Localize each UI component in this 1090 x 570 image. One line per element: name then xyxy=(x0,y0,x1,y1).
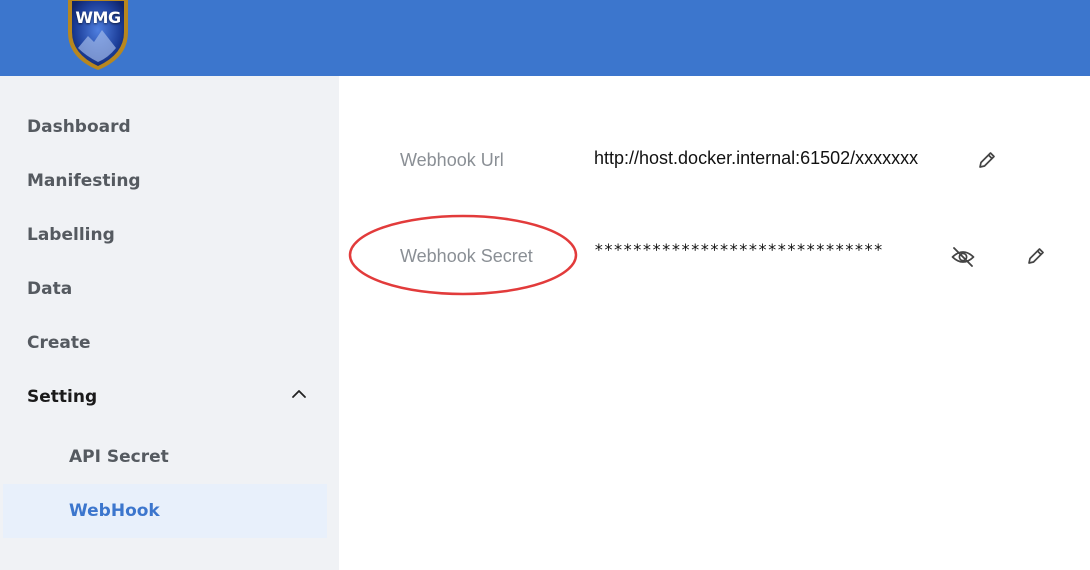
sidebar-item-create[interactable]: Create xyxy=(27,333,91,353)
pencil-icon[interactable] xyxy=(975,148,999,172)
sidebar-subitem-webhook[interactable]: WebHook xyxy=(69,501,160,521)
webhook-url-value: http://host.docker.internal:61502/xxxxxx… xyxy=(594,148,919,168)
logo-text: WMG xyxy=(75,8,121,27)
eye-off-icon[interactable] xyxy=(950,244,976,270)
webhook-url-label: Webhook Url xyxy=(400,150,504,170)
chevron-up-icon[interactable] xyxy=(290,385,308,403)
sidebar-selected-highlight xyxy=(3,484,327,538)
sidebar: Dashboard Manifesting Labelling Data Cre… xyxy=(0,76,339,570)
sidebar-item-data[interactable]: Data xyxy=(27,279,72,299)
annotation-ellipse xyxy=(348,214,578,296)
pencil-icon[interactable] xyxy=(1024,244,1048,268)
sidebar-item-manifesting[interactable]: Manifesting xyxy=(27,171,141,191)
sidebar-subitem-api-secret[interactable]: API Secret xyxy=(69,447,169,467)
top-header-bar: WMG xyxy=(0,0,1090,76)
sidebar-item-labelling[interactable]: Labelling xyxy=(27,225,115,245)
webhook-secret-value: ****************************** xyxy=(594,240,883,259)
sidebar-item-dashboard[interactable]: Dashboard xyxy=(27,117,131,137)
wmg-logo[interactable]: WMG xyxy=(64,0,132,72)
sidebar-item-setting[interactable]: Setting xyxy=(27,387,97,407)
